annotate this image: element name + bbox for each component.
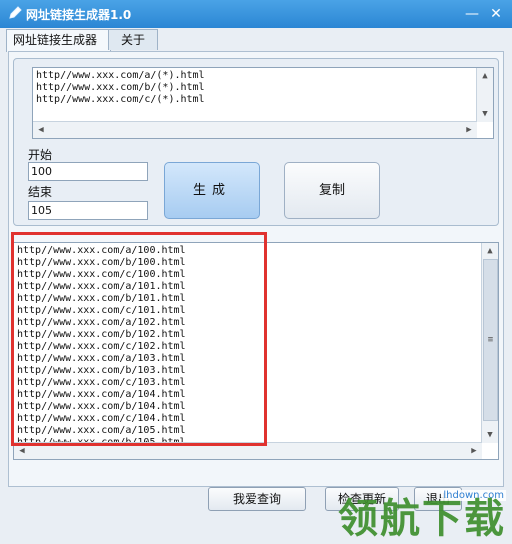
scroll-up-icon[interactable]: ▲	[477, 68, 493, 84]
tab-about[interactable]: 关于	[108, 29, 158, 50]
watermark: lhdown.com 领航下载	[328, 488, 512, 544]
template-horizontal-scrollbar[interactable]: ◀ ▶	[33, 121, 477, 138]
template-lines: http//www.xxx.com/a/(*).html http//www.x…	[36, 70, 205, 105]
end-label: 结束	[28, 185, 53, 199]
watermark-text: 领航下载	[338, 495, 506, 542]
title-bar: 网址链接生成器1.0 — ✕	[0, 0, 512, 28]
output-vertical-scrollbar[interactable]: ▲ ≡ ▼	[481, 243, 498, 443]
scroll-up-icon[interactable]: ▲	[482, 243, 498, 259]
tab-generator[interactable]: 网址链接生成器	[6, 29, 111, 52]
scroll-right-icon[interactable]: ▶	[466, 443, 482, 459]
start-label: 开始	[28, 148, 53, 162]
template-textarea[interactable]: http//www.xxx.com/a/(*).html http//www.x…	[32, 67, 494, 139]
minimize-button[interactable]: —	[462, 4, 482, 24]
end-input[interactable]: 105	[28, 201, 148, 220]
copy-button[interactable]: 复制	[284, 162, 380, 219]
generate-button[interactable]: 生成	[164, 162, 260, 219]
scroll-left-icon[interactable]: ◀	[33, 122, 49, 138]
settings-group: http//www.xxx.com/a/(*).html http//www.x…	[13, 58, 499, 226]
start-input[interactable]: 100	[28, 162, 148, 181]
tab-strip: 网址链接生成器 关于	[6, 29, 506, 52]
scroll-left-icon[interactable]: ◀	[14, 443, 30, 459]
scroll-down-icon[interactable]: ▼	[482, 427, 498, 443]
output-textarea[interactable]: http//www.xxx.com/a/100.html http//www.x…	[13, 242, 499, 460]
close-button[interactable]: ✕	[486, 4, 506, 24]
main-panel: http//www.xxx.com/a/(*).html http//www.x…	[8, 51, 504, 487]
scroll-down-icon[interactable]: ▼	[477, 106, 493, 122]
window-title: 网址链接生成器1.0	[26, 8, 132, 22]
output-horizontal-scrollbar[interactable]: ◀ ▶	[14, 442, 482, 459]
pencil-icon	[9, 6, 22, 19]
scroll-thumb[interactable]: ≡	[483, 259, 498, 421]
search-button[interactable]: 我爱查询	[208, 487, 306, 511]
scroll-right-icon[interactable]: ▶	[461, 122, 477, 138]
template-vertical-scrollbar[interactable]: ▲ ▼	[476, 68, 493, 122]
output-lines: http//www.xxx.com/a/100.html http//www.x…	[17, 245, 186, 448]
